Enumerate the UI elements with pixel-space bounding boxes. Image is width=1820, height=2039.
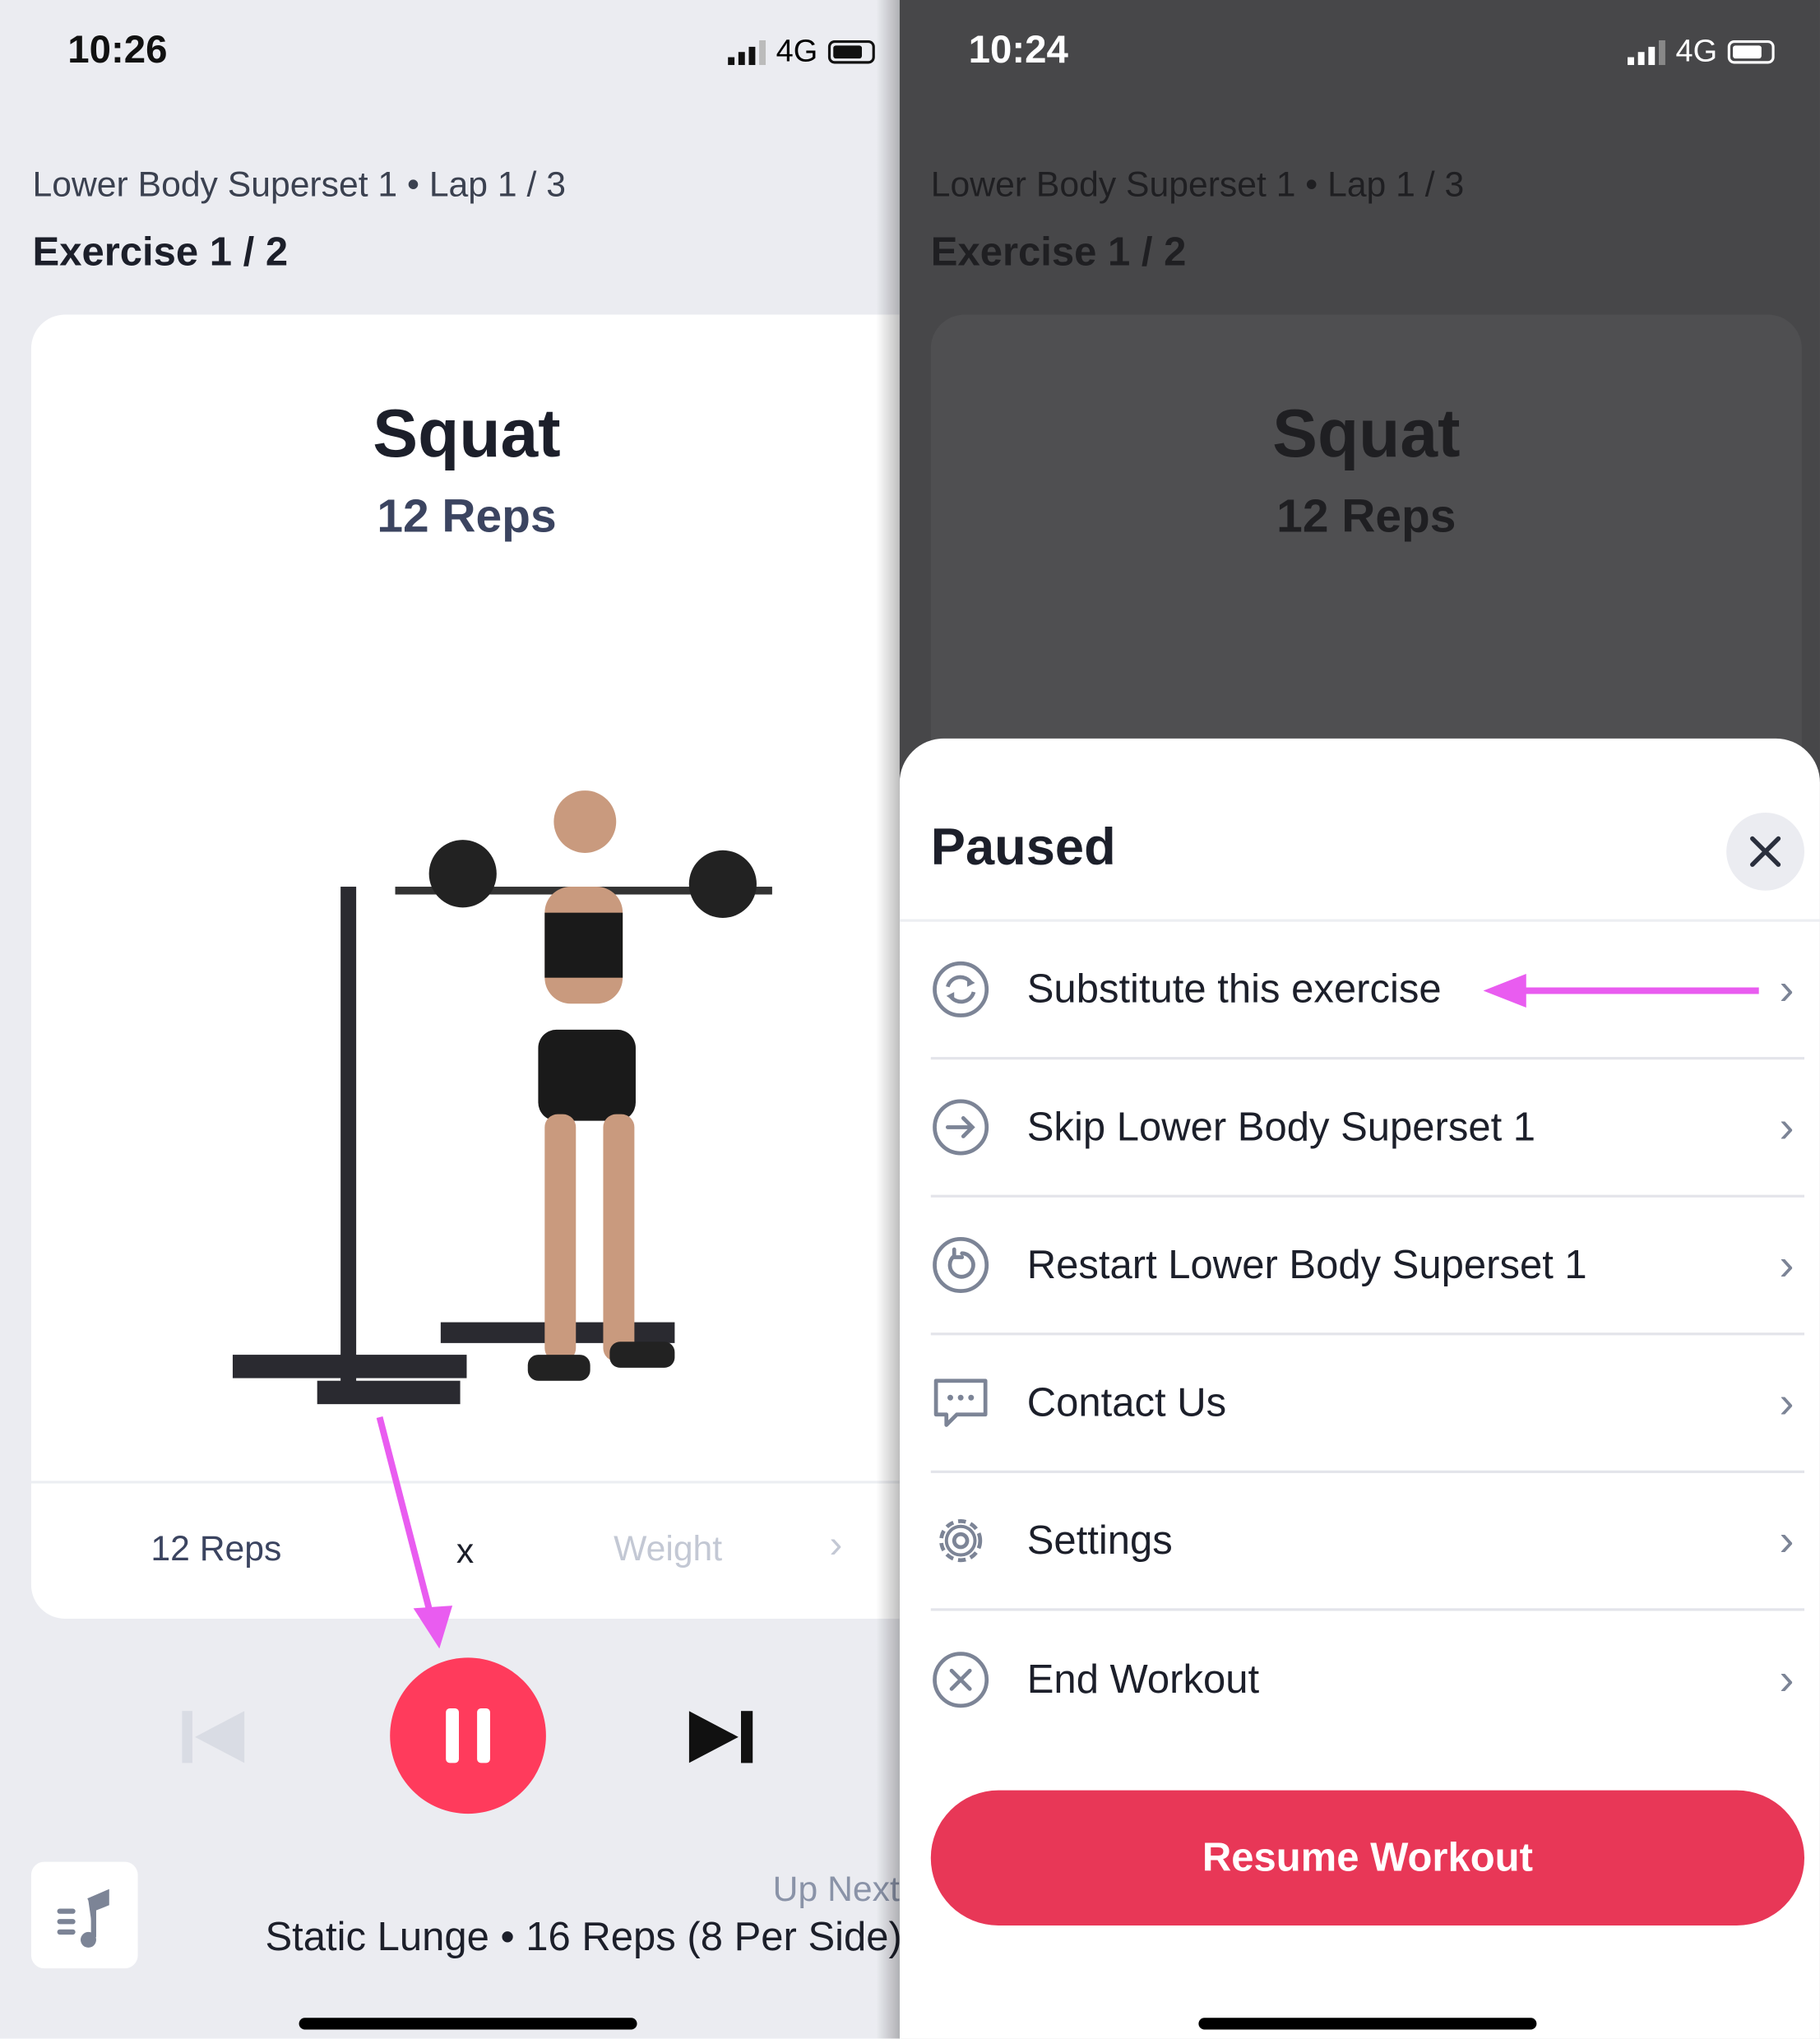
menu-item-end-workout[interactable]: End Workout › (931, 1610, 1804, 1749)
battery-icon (827, 40, 875, 64)
paused-sheet: Paused Substitute this exercise › Skip L… (899, 738, 1820, 2039)
sheet-title: Paused (930, 818, 1116, 877)
menu-item-label: Contact Us (1026, 1379, 1227, 1425)
breadcrumb: Lower Body Superset 1 • Lap 1 / 3 (32, 165, 566, 205)
menu-item-restart[interactable]: Restart Lower Body Superset 1 › (930, 1198, 1805, 1336)
chevron-right-icon: › (1779, 1515, 1795, 1565)
log-reps[interactable]: 12 Reps (151, 1529, 281, 1569)
menu-item-substitute[interactable]: Substitute this exercise › (930, 922, 1805, 1060)
pause-icon (446, 1708, 490, 1763)
chevron-right-icon: › (1779, 1654, 1795, 1704)
home-indicator (299, 2018, 637, 2030)
next-icon[interactable] (688, 1708, 754, 1766)
exercise-reps: 12 Reps (1276, 489, 1456, 543)
menu-item-label: Restart Lower Body Superset 1 (1026, 1241, 1587, 1287)
breadcrumb: Lower Body Superset 1 • Lap 1 / 3 (930, 165, 1465, 205)
close-button[interactable] (1726, 812, 1805, 891)
substitute-icon (933, 961, 989, 1017)
chevron-right-icon: › (1779, 1101, 1795, 1152)
chevron-right-icon: › (1779, 964, 1795, 1014)
exercise-name: Squat (1272, 396, 1461, 472)
status-indicators: 4G (1628, 34, 1775, 70)
gear-icon (939, 1519, 983, 1563)
weight-input[interactable]: Weight (614, 1529, 722, 1569)
skip-icon (933, 1099, 989, 1156)
exercise-counter: Exercise 1 / 2 (930, 229, 1187, 275)
music-playlist-icon (57, 1888, 109, 1948)
menu-item-label: Skip Lower Body Superset 1 (1026, 1104, 1536, 1150)
signal-icon (728, 39, 766, 66)
resume-workout-button[interactable]: Resume Workout (930, 1790, 1805, 1926)
edge-shadow (876, 0, 900, 2039)
chat-icon (933, 1379, 988, 1427)
annotation-arrow (1483, 973, 1759, 1008)
annotation-arrow (376, 1416, 453, 1649)
restart-icon (933, 1237, 989, 1294)
music-button[interactable] (30, 1861, 138, 1969)
up-next-exercise: Static Lunge • 16 Reps (8 Per Side) (265, 1913, 900, 1960)
status-indicators: 4G (728, 34, 875, 70)
home-indicator (1198, 2018, 1537, 2030)
close-icon (1750, 836, 1781, 867)
menu-item-contact[interactable]: Contact Us › (930, 1335, 1805, 1473)
exercise-counter: Exercise 1 / 2 (32, 229, 289, 275)
pause-button[interactable] (390, 1657, 546, 1814)
menu-item-label: End Workout (1026, 1656, 1260, 1703)
menu-item-settings[interactable]: Settings › (930, 1473, 1805, 1611)
exercise-demo-image (232, 790, 772, 1405)
paused-screen: 10:24 4G Lower Body Superset 1 • Lap 1 /… (899, 0, 1820, 2039)
menu-item-label: Settings (1026, 1517, 1173, 1564)
close-circle-icon (933, 1652, 989, 1708)
status-time: 10:26 (67, 28, 168, 72)
network-label: 4G (776, 34, 818, 69)
previous-icon[interactable] (182, 1708, 247, 1766)
workout-screen: 10:26 4G Lower Body Superset 1 • Lap 1 /… (0, 0, 900, 2039)
exercise-reps: 12 Reps (377, 489, 557, 543)
battery-icon (1727, 40, 1775, 64)
menu-item-skip[interactable]: Skip Lower Body Superset 1 › (930, 1059, 1805, 1198)
exercise-name: Squat (373, 396, 561, 472)
chevron-right-icon: › (1779, 1377, 1795, 1427)
chevron-right-icon: › (1779, 1240, 1795, 1290)
chevron-right-icon[interactable]: › (829, 1524, 842, 1569)
signal-icon (1628, 39, 1665, 66)
status-time: 10:24 (968, 28, 1068, 72)
network-label: 4G (1675, 34, 1718, 69)
